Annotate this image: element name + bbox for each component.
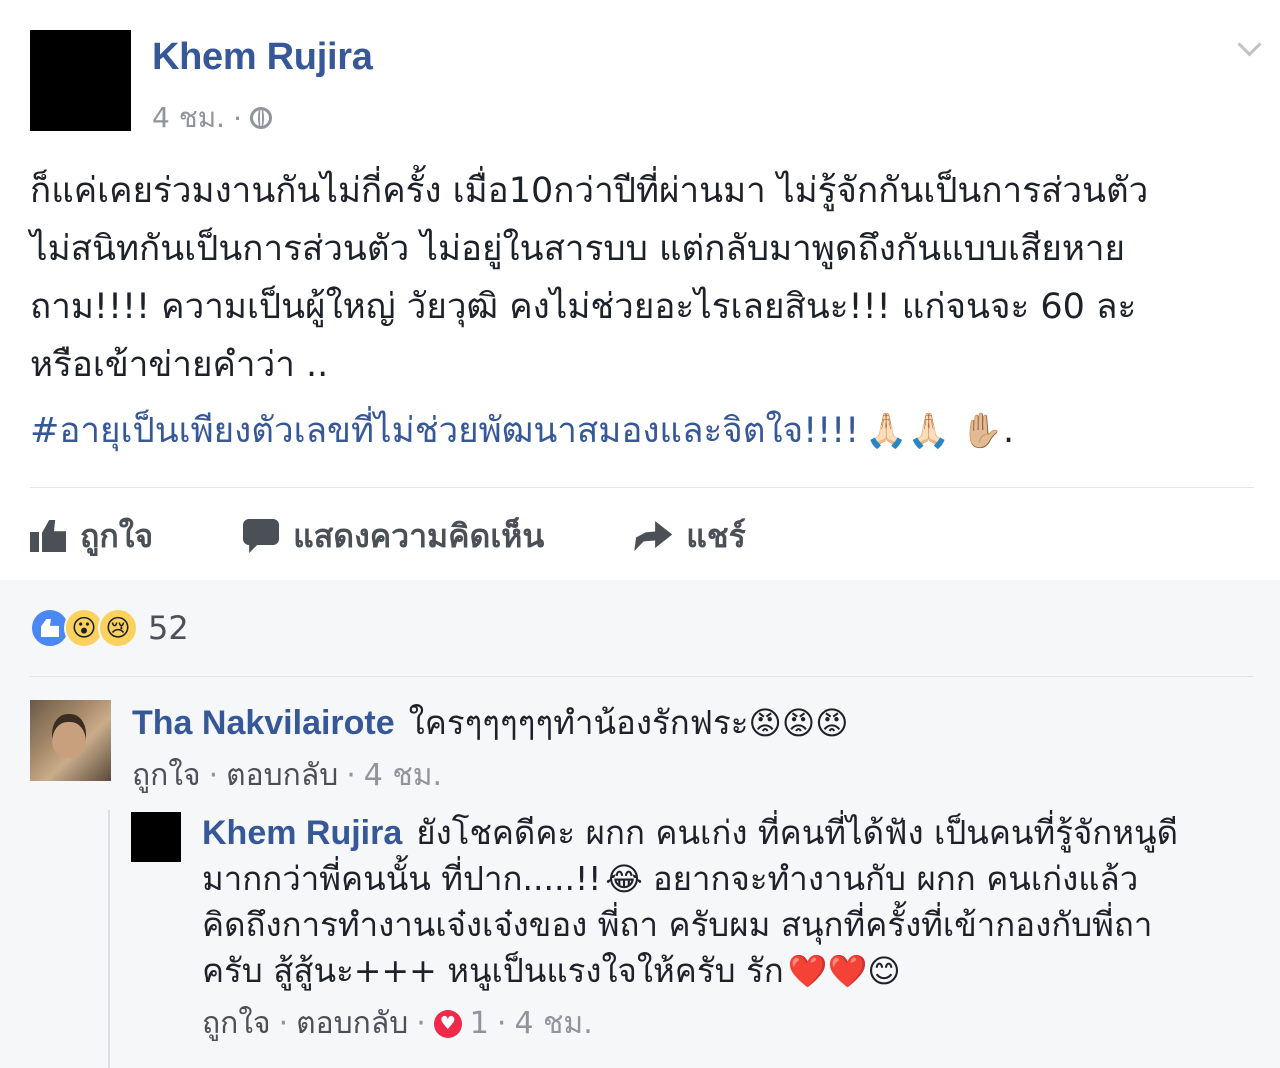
comment-label: แสดงความคิดเห็น — [293, 516, 545, 555]
replier-avatar[interactable] — [131, 812, 181, 862]
laughing-face-icon: 😂 — [605, 860, 643, 898]
reply-text: มากกว่าพี่คนนั้น ที่ปาก.....!! — [202, 859, 602, 898]
meta-separator: · — [346, 758, 356, 793]
reply-text: อยากจะทำงานกับ ผกก คนเก่งแล้ว — [652, 859, 1139, 898]
post-timestamp[interactable]: 4 ชม. — [152, 96, 225, 140]
heart-icon: ❤️❤️😊 — [787, 952, 901, 990]
post-line: ถาม!!!! ความเป็นผู้ใหญ่ วัยวุฒิ คงไม่ช่ว… — [30, 287, 1137, 327]
share-icon — [634, 521, 672, 551]
meta-separator: · — [208, 758, 219, 793]
meta-separator: · — [233, 101, 242, 135]
post-actions: ถูกใจ แสดงความคิดเห็น แชร์ — [30, 508, 746, 564]
post-line: ไม่สนิทกันเป็นการส่วนตัว ไม่อยู่ในสารบบ … — [30, 229, 1126, 269]
commenter-name[interactable]: Tha Nakvilairote — [132, 700, 395, 746]
post-card: Khem Rujira 4 ชม. · ก็แค่เคยร่วมงานกันไม… — [0, 0, 1280, 580]
reply-line: ครับ สู้สู้นะ+++ หนูเป็นแรงใจให้ครับ รัก… — [202, 948, 1262, 994]
reply-text: คิดถึงการทำงานเจ๋งเจ๋งของ พี่ถา ครับผม ส… — [202, 905, 1153, 944]
comment-content: Tha Nakvilairote ใครๆๆๆๆๆทำน้องรักฟระ 😡😡… — [132, 700, 1252, 746]
comment-reply-link[interactable]: ตอบกลับ — [226, 752, 338, 799]
reply-text: ยังโชคดีคะ ผกก คนเก่ง ที่คนที่ได้ฟัง เป็… — [416, 813, 1179, 852]
hashtag-link[interactable]: #อายุเป็นเพียงตัวเลขที่ไม่ช่วยพัฒนาสมองแ… — [30, 402, 859, 460]
reply-timestamp[interactable]: 4 ชม. — [514, 1000, 592, 1047]
chevron-down-icon[interactable] — [1236, 34, 1264, 62]
replier-name[interactable]: Khem Rujira — [202, 810, 402, 856]
comment: Tha Nakvilairote ใครๆๆๆๆๆทำน้องรักฟระ 😡😡… — [132, 700, 1252, 799]
reply: Khem Rujira ยังโชคดีคะ ผกก คนเก่ง ที่คนท… — [202, 810, 1262, 1047]
divider — [30, 487, 1254, 488]
post-line: ก็แค่เคยร่วมงานกันไม่กี่ครั้ง เมื่อ10กว่… — [30, 171, 1149, 211]
comment-like-link[interactable]: ถูกใจ — [132, 752, 201, 799]
reply-line: คิดถึงการทำงานเจ๋งเจ๋งของ พี่ถา ครับผม ส… — [202, 902, 1262, 948]
post-author-name[interactable]: Khem Rujira — [152, 36, 373, 79]
love-reaction-icon — [433, 1009, 462, 1038]
reactions-summary[interactable]: 😮 😢 52 — [30, 608, 189, 648]
meta-separator: · — [416, 1006, 426, 1041]
meta-separator: · — [278, 1006, 289, 1041]
reply-like-link[interactable]: ถูกใจ — [202, 1000, 271, 1047]
reply-meta: ถูกใจ · ตอบกลับ · 1 · 4 ชม. — [202, 1000, 1262, 1047]
hashtag-line: #อายุเป็นเพียงตัวเลขที่ไม่ช่วยพัฒนาสมองแ… — [30, 402, 1014, 460]
globe-icon — [249, 107, 272, 129]
reply-line: Khem Rujira ยังโชคดีคะ ผกก คนเก่ง ที่คนท… — [202, 810, 1262, 856]
reaction-count: 52 — [148, 609, 189, 647]
comment-timestamp[interactable]: 4 ชม. — [364, 752, 442, 799]
reply-line: มากกว่าพี่คนนั้น ที่ปาก.....!! 😂 อยากจะท… — [202, 856, 1262, 902]
like-label: ถูกใจ — [80, 516, 154, 555]
comment-text: ใครๆๆๆๆๆทำน้องรักฟระ — [408, 703, 749, 742]
reply-text: ครับ สู้สู้นะ+++ หนูเป็นแรงใจให้ครับ รัก — [202, 951, 784, 990]
praying-hands-icon: 🙏🏻🙏🏻 ✋🏼 — [865, 411, 1004, 451]
share-button[interactable]: แชร์ — [634, 511, 746, 562]
post-meta: 4 ชม. · — [152, 96, 272, 140]
meta-separator: · — [496, 1006, 507, 1041]
author-avatar[interactable] — [30, 30, 131, 131]
divider — [30, 676, 1254, 677]
like-button[interactable]: ถูกใจ — [30, 511, 153, 562]
comment-button[interactable]: แสดงความคิดเห็น — [243, 511, 544, 562]
reply-reaction-count[interactable]: 1 — [470, 1006, 489, 1041]
reply-reply-link[interactable]: ตอบกลับ — [296, 1000, 408, 1047]
thumbs-up-icon — [30, 520, 66, 552]
comment-icon — [243, 519, 280, 553]
post-line: หรือเข้าข่ายคำว่า .. — [30, 345, 329, 385]
hashtag-tail: . — [1003, 411, 1015, 451]
reply-thread-line — [108, 810, 110, 1068]
post-body: ก็แค่เคยร่วมงานกันไม่กี่ครั้ง เมื่อ10กว่… — [30, 162, 1260, 394]
commenter-avatar[interactable] — [30, 700, 111, 781]
share-label: แชร์ — [686, 516, 746, 555]
comment-meta: ถูกใจ · ตอบกลับ · 4 ชม. — [132, 752, 1252, 799]
sad-reaction-icon: 😢 — [98, 608, 138, 648]
angry-face-icon: 😡😡😡 — [748, 704, 849, 742]
